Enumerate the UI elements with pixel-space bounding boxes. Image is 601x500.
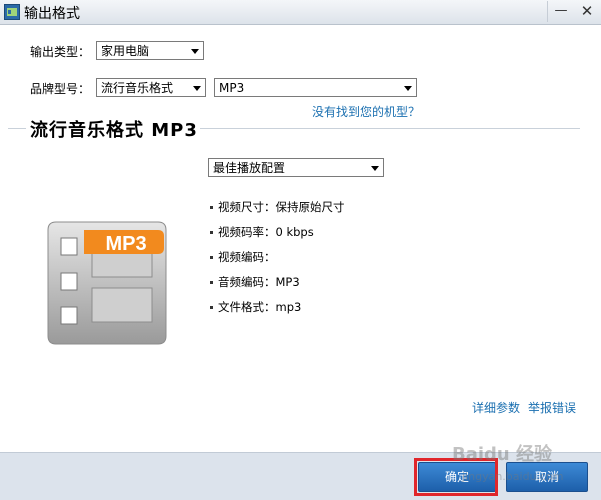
section-divider-right xyxy=(200,128,580,129)
title-bar: 输出格式 — ✕ xyxy=(0,0,601,25)
model-not-found-link[interactable]: 没有找到您的机型？ xyxy=(312,103,420,120)
output-type-label: 输出类型： xyxy=(30,45,91,59)
chevron-down-icon xyxy=(404,86,412,91)
watermark-logo: Baidu 经验 xyxy=(452,444,553,465)
brand-model-label: 品牌型号： xyxy=(30,82,91,96)
info-audio-codec-text: 音频编码：MP3 xyxy=(218,275,300,289)
details-link[interactable]: 详细参数 xyxy=(472,399,520,416)
bullet-icon xyxy=(210,231,213,234)
app-icon xyxy=(4,4,20,20)
chevron-down-icon xyxy=(193,86,201,91)
report-error-link[interactable]: 举报错误 xyxy=(528,399,576,416)
output-type-select[interactable]: 家用电脑 xyxy=(96,41,204,60)
info-file-format: 文件格式：mp3 xyxy=(210,299,301,315)
close-button[interactable]: ✕ xyxy=(574,1,600,22)
info-audio-codec: 音频编码：MP3 xyxy=(210,274,300,290)
minimize-button[interactable]: — xyxy=(547,1,574,22)
info-video-size-text: 视频尺寸：保持原始尺寸 xyxy=(218,200,345,214)
minimize-icon: — xyxy=(554,3,568,18)
section-title: 流行音乐格式 MP3 xyxy=(30,120,198,141)
brand-select[interactable]: 流行音乐格式 xyxy=(96,78,206,97)
bullet-icon xyxy=(210,281,213,284)
mp3-icon-label: MP3 xyxy=(105,233,146,255)
chevron-down-icon xyxy=(191,49,199,54)
model-value: MP3 xyxy=(219,81,245,95)
info-video-codec: 视频编码： xyxy=(210,249,276,265)
model-select[interactable]: MP3 xyxy=(214,78,417,97)
watermark-url: jingyan.baidu.com xyxy=(462,470,564,483)
close-icon: ✕ xyxy=(580,2,594,20)
section-divider-left xyxy=(8,128,26,129)
output-type-value: 家用电脑 xyxy=(101,44,150,58)
bullet-icon xyxy=(210,256,213,259)
mp3-format-icon: MP3 xyxy=(47,221,167,345)
window-title: 输出格式 xyxy=(24,6,80,22)
info-video-codec-text: 视频编码： xyxy=(218,250,276,264)
info-file-format-text: 文件格式：mp3 xyxy=(218,300,302,314)
chevron-down-icon xyxy=(371,166,379,171)
brand-value: 流行音乐格式 xyxy=(101,81,174,95)
preset-value: 最佳播放配置 xyxy=(213,161,286,175)
info-video-size: 视频尺寸：保持原始尺寸 xyxy=(210,199,345,215)
info-video-bitrate: 视频码率：0 kbps xyxy=(210,224,314,240)
bullet-icon xyxy=(210,206,213,209)
preset-select[interactable]: 最佳播放配置 xyxy=(208,158,384,177)
bullet-icon xyxy=(210,306,213,309)
info-video-bitrate-text: 视频码率：0 kbps xyxy=(218,225,314,239)
